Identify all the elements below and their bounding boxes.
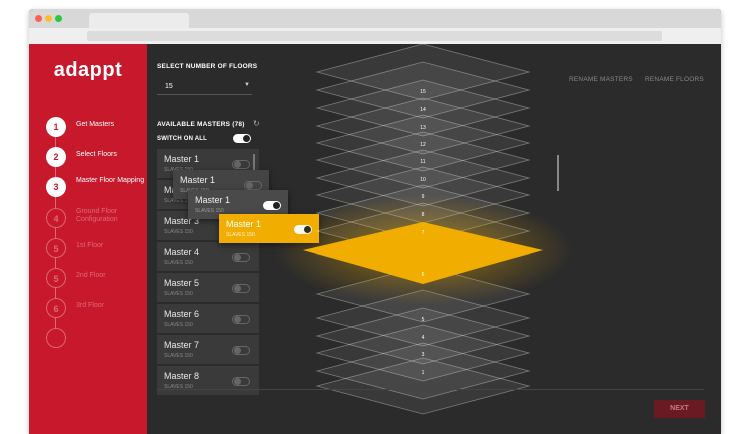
- rename-floors-link[interactable]: RENAME FLOORS: [645, 76, 704, 83]
- rename-masters-link[interactable]: RENAME MASTERS: [569, 76, 633, 83]
- app-content: adappt 1 Get Masters 2 Select Floors 3 Master…: [29, 44, 721, 434]
- floor-number-label: 11: [420, 159, 425, 165]
- floor-number-label: 15: [420, 89, 426, 95]
- floor-number-label: 8: [422, 212, 425, 218]
- floor-number-label: 10: [420, 177, 426, 183]
- browser-window: adappt 1 Get Masters 2 Select Floors 3 Master…: [29, 9, 721, 434]
- floors-scrollbar[interactable]: [557, 155, 559, 191]
- floor-number-label: 7: [422, 230, 425, 236]
- floor-number-label: 3: [422, 352, 425, 358]
- minimize-window-icon[interactable]: [45, 15, 52, 22]
- close-window-icon[interactable]: [35, 15, 42, 22]
- floor-number-label: 12: [420, 142, 426, 148]
- floor-number-label: 6: [422, 272, 425, 278]
- address-bar[interactable]: [87, 31, 662, 41]
- floor-number-label: 1: [422, 370, 425, 376]
- next-button[interactable]: NEXT: [654, 400, 705, 418]
- floor-number-label: 4: [422, 335, 425, 341]
- footer-divider: [157, 389, 704, 390]
- maximize-window-icon[interactable]: [55, 15, 62, 22]
- browser-tab[interactable]: [89, 13, 189, 28]
- browser-toolbar: [29, 28, 721, 44]
- floor-number-label: 5: [422, 317, 425, 323]
- floor-number-label: 9: [422, 194, 425, 200]
- floor-number-label: 14: [420, 107, 426, 113]
- floor-number-label: 13: [420, 125, 426, 131]
- floors-stack: 15 14 13 12 11 10 9 8 7 6 5 4 3 1: [273, 44, 573, 415]
- browser-titlebar: [29, 9, 721, 28]
